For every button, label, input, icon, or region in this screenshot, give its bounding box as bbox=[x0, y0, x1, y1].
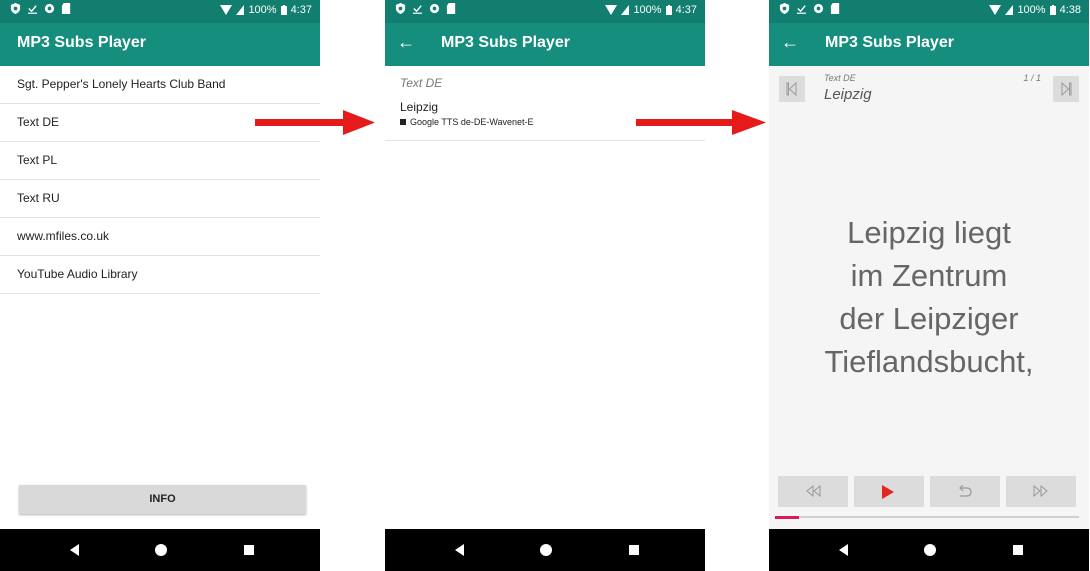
flow-arrow-icon bbox=[636, 110, 766, 135]
subtitle-line: der Leipziger bbox=[839, 301, 1019, 336]
player-body: Text DE Leipzig 1 / 1 Leipzig liegt im Z… bbox=[769, 66, 1089, 529]
battery-text: 100% bbox=[1017, 4, 1046, 16]
undo-icon bbox=[959, 485, 972, 497]
fast-forward-button[interactable] bbox=[1006, 476, 1076, 507]
nav-back-icon[interactable] bbox=[455, 544, 464, 556]
app-title: MP3 Subs Player bbox=[825, 34, 954, 51]
nav-bar bbox=[385, 529, 705, 571]
next-track-button[interactable] bbox=[1053, 76, 1079, 102]
status-bar: 100% 4:37 bbox=[385, 0, 705, 23]
voice-label: Google TTS de-DE-Wavenet-E bbox=[410, 117, 534, 127]
track-title: Leipzig bbox=[824, 86, 872, 103]
battery-text: 100% bbox=[633, 4, 662, 16]
signal-icon bbox=[1005, 5, 1014, 15]
nav-recents-icon[interactable] bbox=[244, 545, 254, 555]
app-bar: ← MP3 Subs Player bbox=[769, 23, 1089, 66]
signal-icon bbox=[236, 5, 245, 15]
rewind-button[interactable] bbox=[778, 476, 848, 507]
record-icon bbox=[44, 3, 55, 14]
back-arrow-icon[interactable]: ← bbox=[781, 32, 799, 53]
track-counter: 1 / 1 bbox=[1023, 73, 1041, 83]
nav-recents-icon[interactable] bbox=[1013, 545, 1023, 555]
app-title: MP3 Subs Player bbox=[17, 34, 146, 51]
wifi-icon bbox=[220, 5, 233, 15]
progress-fill bbox=[775, 516, 800, 519]
rewind-icon bbox=[806, 485, 821, 497]
status-right: 100% 4:38 bbox=[989, 4, 1081, 16]
subtitle-line: im Zentrum bbox=[850, 258, 1008, 293]
list-item[interactable]: YouTube Audio Library bbox=[0, 256, 320, 294]
clock: 4:37 bbox=[290, 4, 312, 16]
notification-icons bbox=[10, 3, 72, 14]
subtitle-line: Tieflandsbucht, bbox=[824, 344, 1034, 379]
fast-forward-icon bbox=[1033, 485, 1048, 497]
square-bullet-icon bbox=[400, 119, 406, 125]
battery-text: 100% bbox=[248, 4, 277, 16]
shield-icon bbox=[395, 3, 406, 14]
skip-next-icon bbox=[1061, 82, 1072, 96]
nav-home-icon[interactable] bbox=[924, 544, 936, 556]
nav-back-icon[interactable] bbox=[70, 544, 79, 556]
back-arrow-icon[interactable]: ← bbox=[397, 32, 415, 53]
screen-player: 100% 4:38 ← MP3 Subs Player Text DE Leip… bbox=[769, 0, 1089, 571]
sd-card-icon bbox=[61, 3, 71, 14]
list-item[interactable]: Text PL bbox=[0, 142, 320, 180]
status-bar: 100% 4:37 bbox=[0, 0, 320, 23]
previous-track-button[interactable] bbox=[779, 76, 805, 102]
record-icon bbox=[813, 3, 824, 14]
signal-icon bbox=[621, 5, 630, 15]
notification-icons bbox=[395, 3, 457, 14]
nav-bar bbox=[769, 529, 1089, 571]
clock: 4:38 bbox=[1059, 4, 1081, 16]
status-bar: 100% 4:38 bbox=[769, 0, 1089, 23]
nav-home-icon[interactable] bbox=[540, 544, 552, 556]
shield-icon bbox=[779, 3, 790, 14]
screen-list: 100% 4:37 MP3 Subs Player Sgt. Pepper's … bbox=[0, 0, 320, 571]
subtitle-text: Leipzig liegt im Zentrum der Leipziger T… bbox=[769, 211, 1089, 383]
clock: 4:37 bbox=[675, 4, 697, 16]
playlist-list: Sgt. Pepper's Lonely Hearts Club Band Te… bbox=[0, 66, 320, 294]
battery-icon bbox=[1049, 5, 1056, 15]
sd-card-icon bbox=[446, 3, 456, 14]
screen-tracks: 100% 4:37 ← MP3 Subs Player Text DE Leip… bbox=[385, 0, 705, 571]
nav-bar bbox=[0, 529, 320, 571]
download-done-icon bbox=[796, 5, 807, 14]
play-icon bbox=[882, 485, 894, 499]
list-item[interactable]: www.mfiles.co.uk bbox=[0, 218, 320, 256]
info-button[interactable]: INFO bbox=[19, 485, 306, 514]
wifi-icon bbox=[989, 5, 1002, 15]
progress-bar[interactable] bbox=[775, 516, 1079, 519]
sd-card-icon bbox=[830, 3, 840, 14]
notification-icons bbox=[779, 3, 841, 14]
shield-icon bbox=[10, 3, 21, 14]
list-item[interactable]: Sgt. Pepper's Lonely Hearts Club Band bbox=[0, 66, 320, 104]
wifi-icon bbox=[605, 5, 618, 15]
status-right: 100% 4:37 bbox=[220, 4, 312, 16]
battery-icon bbox=[280, 5, 287, 15]
record-icon bbox=[429, 3, 440, 14]
list-item[interactable]: Text RU bbox=[0, 180, 320, 218]
app-bar: MP3 Subs Player bbox=[0, 23, 320, 66]
download-done-icon bbox=[27, 5, 38, 14]
playlist-name: Text DE bbox=[824, 73, 856, 83]
repeat-button[interactable] bbox=[930, 476, 1000, 507]
subtitle-line: Leipzig liegt bbox=[847, 215, 1011, 250]
nav-back-icon[interactable] bbox=[839, 544, 848, 556]
app-title: MP3 Subs Player bbox=[441, 34, 570, 51]
download-done-icon bbox=[412, 5, 423, 14]
nav-home-icon[interactable] bbox=[155, 544, 167, 556]
playlist-name: Text DE bbox=[400, 76, 443, 90]
battery-icon bbox=[665, 5, 672, 15]
nav-recents-icon[interactable] bbox=[629, 545, 639, 555]
play-button[interactable] bbox=[854, 476, 924, 507]
flow-arrow-icon bbox=[255, 110, 375, 135]
status-right: 100% 4:37 bbox=[605, 4, 697, 16]
skip-previous-icon bbox=[786, 82, 797, 96]
app-bar: ← MP3 Subs Player bbox=[385, 23, 705, 66]
